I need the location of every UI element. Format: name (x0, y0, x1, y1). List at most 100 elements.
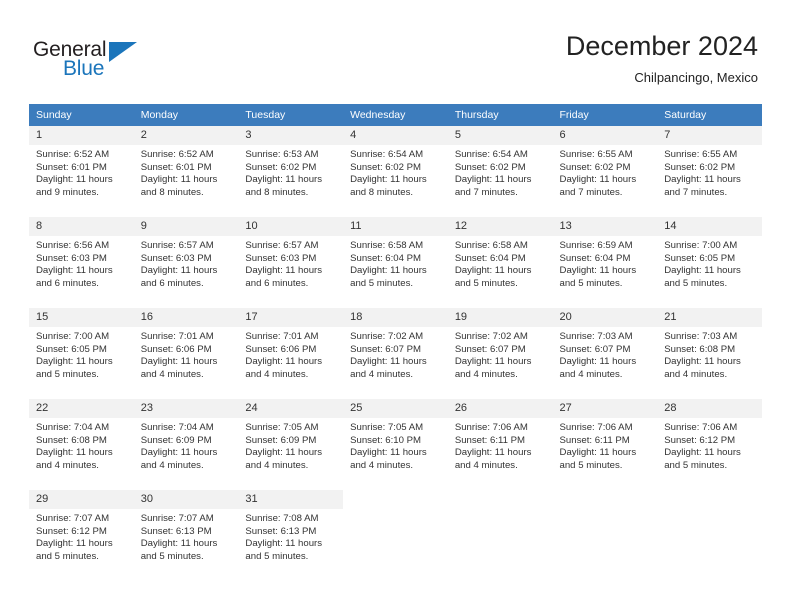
sunset-text: Sunset: 6:12 PM (664, 434, 736, 446)
day-cell[interactable]: 22 Sunrise: 7:04 AM Sunset: 6:08 PM Dayligh… (29, 398, 134, 490)
sunrise-text: Sunrise: 6:52 AM (140, 149, 214, 160)
day-number: 24 (238, 399, 344, 418)
day-cell[interactable]: 29 Sunrise: 7:07 AM Sunset: 6:12 PM Dayligh… (29, 489, 134, 581)
day-info: Sunrise: 6:52 AM Sunset: 6:01 PM Daylight:… (134, 145, 239, 199)
sunset-text: Sunset: 6:02 PM (454, 161, 526, 173)
day-cell[interactable]: 24 Sunrise: 7:05 AM Sunset: 6:09 PM Dayligh… (238, 398, 344, 490)
sunrise-text: Sunrise: 6:53 AM (245, 149, 319, 160)
daylight-text-line2: and 5 minutes. (245, 550, 309, 562)
sunset-text: Sunset: 6:12 PM (36, 525, 107, 537)
daylight-text-line2: and 4 minutes. (350, 368, 414, 380)
day-info: Sunrise: 7:07 AM Sunset: 6:13 PM Daylight:… (134, 509, 239, 563)
title-block: December 2024 Chilpancingo, Mexico (566, 30, 758, 87)
day-cell[interactable]: 25 Sunrise: 7:05 AM Sunset: 6:10 PM Dayligh… (343, 398, 448, 490)
sunset-text: Sunset: 6:07 PM (454, 343, 526, 355)
day-info: Sunrise: 6:57 AM Sunset: 6:03 PM Daylight:… (134, 236, 239, 290)
daylight-text-line1: Daylight: 11 hours (350, 356, 427, 368)
daylight-text-line2: and 8 minutes. (350, 186, 414, 198)
day-info: Sunrise: 7:03 AM Sunset: 6:07 PM Daylight:… (553, 327, 658, 381)
day-info: Sunrise: 6:56 AM Sunset: 6:03 PM Daylight:… (29, 236, 134, 290)
daylight-text-line1: Daylight: 11 hours (140, 538, 218, 550)
calendar-header-row: Sunday Monday Tuesday Wednesday Thursday… (29, 104, 762, 126)
day-cell[interactable]: 7 Sunrise: 6:55 AM Sunset: 6:02 PM Daylight… (657, 126, 762, 217)
day-cell[interactable]: 11 Sunrise: 6:58 AM Sunset: 6:04 PM Dayligh… (343, 216, 448, 308)
sunrise-text: Sunrise: 6:55 AM (559, 149, 633, 160)
day-cell[interactable]: 6 Sunrise: 6:55 AM Sunset: 6:02 PM Daylight… (552, 126, 658, 217)
sunset-text: Sunset: 6:02 PM (350, 161, 422, 173)
day-cell[interactable]: 17 Sunrise: 7:01 AM Sunset: 6:06 PM Dayligh… (238, 307, 344, 399)
day-cell[interactable]: 21 Sunrise: 7:03 AM Sunset: 6:08 PM Dayligh… (657, 307, 762, 399)
day-cell[interactable]: 4 Sunrise: 6:54 AM Sunset: 6:02 PM Daylight… (343, 126, 448, 217)
daylight-text-line2: and 4 minutes. (559, 368, 623, 380)
day-info: Sunrise: 6:54 AM Sunset: 6:02 PM Daylight:… (343, 145, 448, 199)
day-cell[interactable]: 23 Sunrise: 7:04 AM Sunset: 6:09 PM Dayligh… (133, 398, 239, 490)
daylight-text-line2: and 4 minutes. (454, 459, 518, 471)
page-title: December 2024 (565, 31, 758, 61)
day-cell[interactable]: 31 Sunrise: 7:08 AM Sunset: 6:13 PM Dayligh… (238, 489, 344, 581)
day-cell[interactable]: 8 Sunrise: 6:56 AM Sunset: 6:03 PM Daylight… (29, 216, 134, 308)
daylight-text-line1: Daylight: 11 hours (559, 174, 637, 186)
daylight-text-line2: and 4 minutes. (664, 368, 728, 380)
day-cell[interactable]: 5 Sunrise: 6:54 AM Sunset: 6:02 PM Daylight… (447, 126, 553, 217)
general-blue-logo[interactable]: General Blue (33, 38, 163, 84)
sunrise-text: Sunrise: 7:03 AM (664, 331, 738, 342)
sunset-text: Sunset: 6:13 PM (140, 525, 212, 537)
sunset-text: Sunset: 6:09 PM (245, 434, 317, 446)
week-row: 29 Sunrise: 7:07 AM Sunset: 6:12 PM Dayligh… (29, 489, 762, 581)
sunrise-text: Sunrise: 7:05 AM (245, 422, 319, 433)
day-cell[interactable]: 10 Sunrise: 6:57 AM Sunset: 6:03 PM Dayligh… (238, 216, 344, 308)
day-cell[interactable]: 2 Sunrise: 6:52 AM Sunset: 6:01 PM Daylight… (133, 126, 239, 217)
day-cell[interactable]: 26 Sunrise: 7:06 AM Sunset: 6:11 PM Dayligh… (447, 398, 553, 490)
day-cell[interactable]: 1 Sunrise: 6:52 AM Sunset: 6:01 PM Daylight… (29, 126, 134, 217)
day-cell[interactable]: 13 Sunrise: 6:59 AM Sunset: 6:04 PM Dayligh… (552, 216, 658, 308)
day-cell[interactable]: 28 Sunrise: 7:06 AM Sunset: 6:12 PM Dayligh… (657, 398, 762, 490)
sunrise-text: Sunrise: 7:04 AM (36, 422, 110, 433)
daylight-text-line1: Daylight: 11 hours (559, 265, 637, 277)
day-number: 16 (133, 308, 239, 327)
daylight-text-line2: and 4 minutes. (140, 368, 204, 380)
day-number (447, 490, 553, 509)
day-cell[interactable]: 12 Sunrise: 6:58 AM Sunset: 6:04 PM Dayligh… (447, 216, 553, 308)
daylight-text-line2: and 9 minutes. (36, 186, 99, 198)
sunrise-text: Sunrise: 7:01 AM (140, 331, 214, 342)
day-number: 15 (29, 308, 134, 327)
sunset-text: Sunset: 6:11 PM (559, 434, 630, 446)
daylight-text-line2: and 5 minutes. (454, 277, 518, 289)
day-cell[interactable]: 3 Sunrise: 6:53 AM Sunset: 6:02 PM Daylight… (238, 126, 344, 217)
daylight-text-line1: Daylight: 11 hours (36, 174, 113, 186)
sunrise-text: Sunrise: 6:57 AM (140, 240, 214, 251)
sunrise-text: Sunrise: 6:56 AM (36, 240, 110, 251)
weekday-header-monday: Monday (133, 104, 239, 126)
day-cell[interactable]: 30 Sunrise: 7:07 AM Sunset: 6:13 PM Dayligh… (133, 489, 239, 581)
weekday-header-tuesday: Tuesday (238, 104, 344, 126)
day-cell[interactable]: 20 Sunrise: 7:03 AM Sunset: 6:07 PM Dayligh… (552, 307, 658, 399)
day-cell[interactable]: 9 Sunrise: 6:57 AM Sunset: 6:03 PM Daylight… (133, 216, 239, 308)
day-cell-empty (447, 489, 553, 581)
day-info: Sunrise: 7:02 AM Sunset: 6:07 PM Daylight:… (448, 327, 553, 381)
sunset-text: Sunset: 6:04 PM (454, 252, 526, 264)
daylight-text-line2: and 4 minutes. (36, 459, 99, 471)
day-number: 6 (552, 126, 658, 145)
week-row: 1 Sunrise: 6:52 AM Sunset: 6:01 PM Daylight… (29, 126, 762, 217)
day-info: Sunrise: 6:52 AM Sunset: 6:01 PM Daylight:… (29, 145, 134, 199)
daylight-text-line2: and 8 minutes. (245, 186, 309, 198)
day-info: Sunrise: 7:04 AM Sunset: 6:09 PM Daylight:… (134, 418, 239, 472)
sunset-text: Sunset: 6:11 PM (454, 434, 526, 446)
day-cell[interactable]: 16 Sunrise: 7:01 AM Sunset: 6:06 PM Dayligh… (133, 307, 239, 399)
sunset-text: Sunset: 6:13 PM (245, 525, 317, 537)
day-number: 25 (343, 399, 448, 418)
sunset-text: Sunset: 6:08 PM (664, 343, 736, 355)
daylight-text-line1: Daylight: 11 hours (36, 356, 113, 368)
daylight-text-line1: Daylight: 11 hours (245, 356, 323, 368)
sunset-text: Sunset: 6:09 PM (140, 434, 212, 446)
day-cell[interactable]: 27 Sunrise: 7:06 AM Sunset: 6:11 PM Dayligh… (552, 398, 658, 490)
daylight-text-line1: Daylight: 11 hours (140, 447, 218, 459)
day-cell[interactable]: 15 Sunrise: 7:00 AM Sunset: 6:05 PM Dayligh… (29, 307, 134, 399)
day-info: Sunrise: 7:04 AM Sunset: 6:08 PM Daylight:… (29, 418, 134, 472)
day-cell[interactable]: 18 Sunrise: 7:02 AM Sunset: 6:07 PM Dayligh… (343, 307, 448, 399)
day-cell[interactable]: 19 Sunrise: 7:02 AM Sunset: 6:07 PM Dayligh… (447, 307, 553, 399)
daylight-text-line2: and 6 minutes. (245, 277, 309, 289)
day-cell[interactable]: 14 Sunrise: 7:00 AM Sunset: 6:05 PM Dayligh… (657, 216, 762, 308)
day-number (343, 490, 448, 509)
daylight-text-line2: and 5 minutes. (36, 550, 99, 562)
